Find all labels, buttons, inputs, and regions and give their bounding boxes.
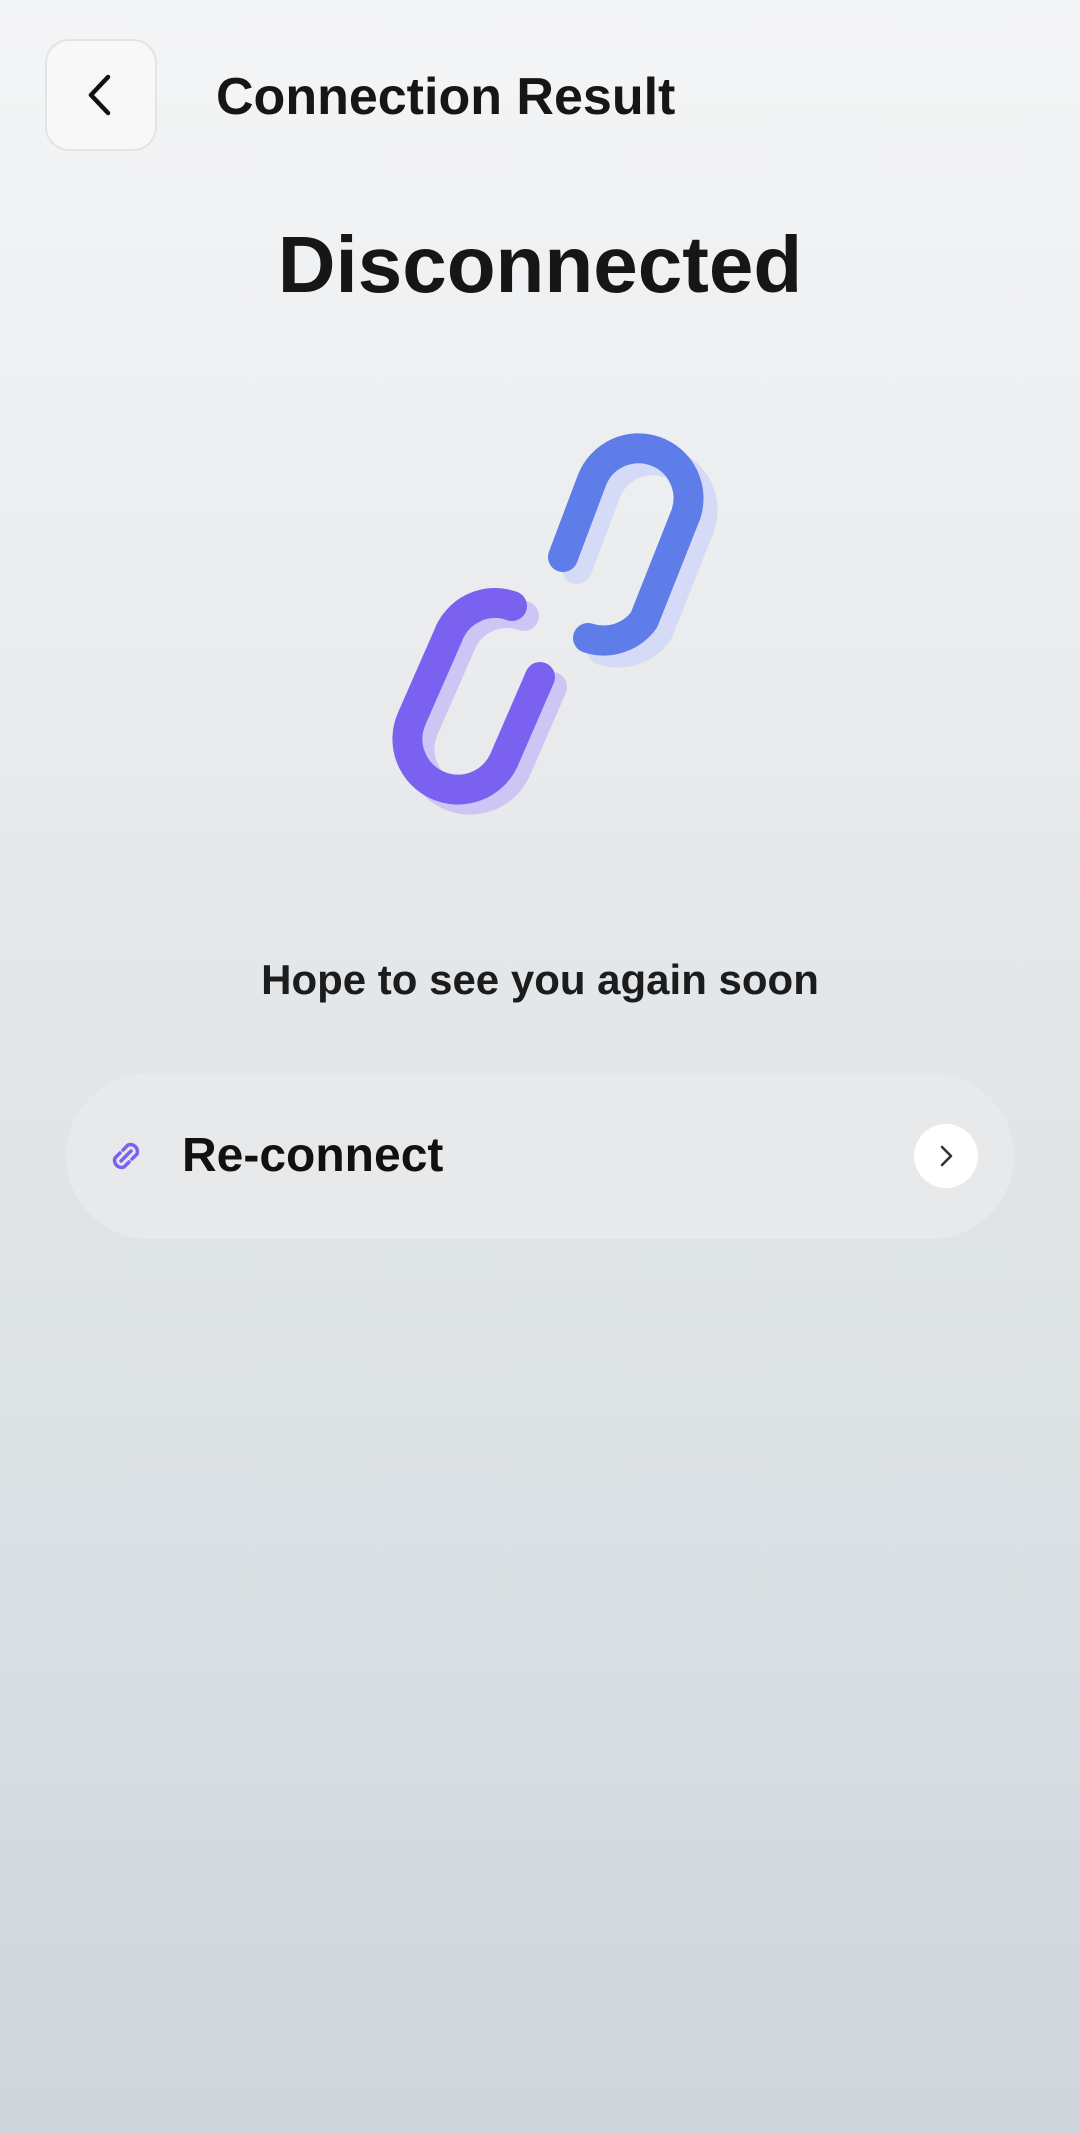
reconnect-button[interactable]: Re-connect: [66, 1073, 1014, 1239]
page-title: Connection Result: [216, 68, 676, 126]
status-title: Disconnected: [277, 220, 803, 309]
reconnect-label: Re-connect: [182, 1129, 444, 1182]
header: Connection Result: [0, 0, 1080, 200]
chevron-right-icon: [940, 1145, 953, 1167]
back-button[interactable]: [45, 39, 157, 151]
chevron-left-icon: [88, 74, 111, 116]
farewell-message: Hope to see you again soon: [261, 956, 819, 1003]
link-icon: [112, 1142, 140, 1170]
broken-link-icon: [392, 433, 718, 815]
reconnect-arrow: [914, 1124, 978, 1188]
